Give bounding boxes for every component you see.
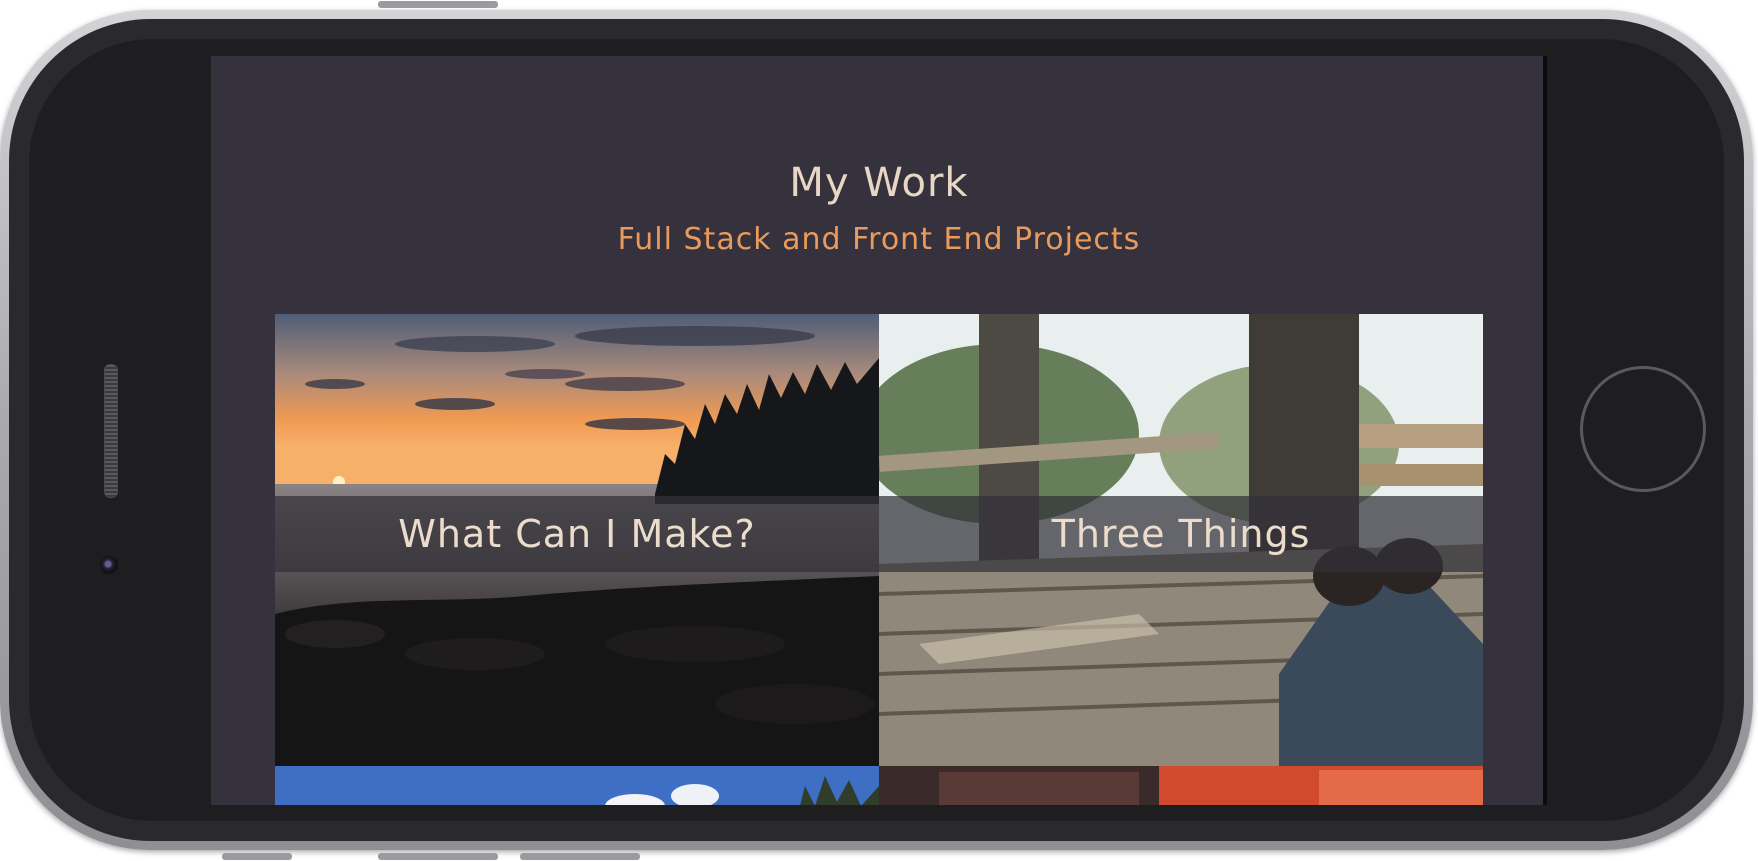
volume-up-button: [378, 853, 498, 860]
screen: My Work Full Stack and Front End Project…: [211, 56, 1547, 805]
camera-icon: [100, 556, 118, 574]
mute-switch: [222, 853, 292, 860]
project-tile[interactable]: Three Things: [879, 314, 1483, 766]
page-title: My Work: [789, 160, 969, 206]
project-label: Three Things: [1051, 512, 1311, 556]
home-button[interactable]: [1580, 366, 1706, 492]
project-tile[interactable]: [879, 766, 1483, 805]
project-tile[interactable]: What Can I Make?: [275, 314, 879, 766]
project-image-car: [879, 766, 1483, 805]
screen-edge: [1543, 56, 1547, 805]
project-label-band: Three Things: [879, 496, 1483, 572]
project-label: What Can I Make?: [398, 512, 756, 556]
project-tile[interactable]: [275, 766, 879, 805]
volume-button: [378, 1, 498, 8]
volume-down-button: [520, 853, 640, 860]
project-image-sky: [275, 766, 879, 805]
speaker-grille: [104, 364, 118, 498]
project-label-band: What Can I Make?: [275, 496, 879, 572]
page-subtitle: Full Stack and Front End Projects: [617, 222, 1141, 257]
